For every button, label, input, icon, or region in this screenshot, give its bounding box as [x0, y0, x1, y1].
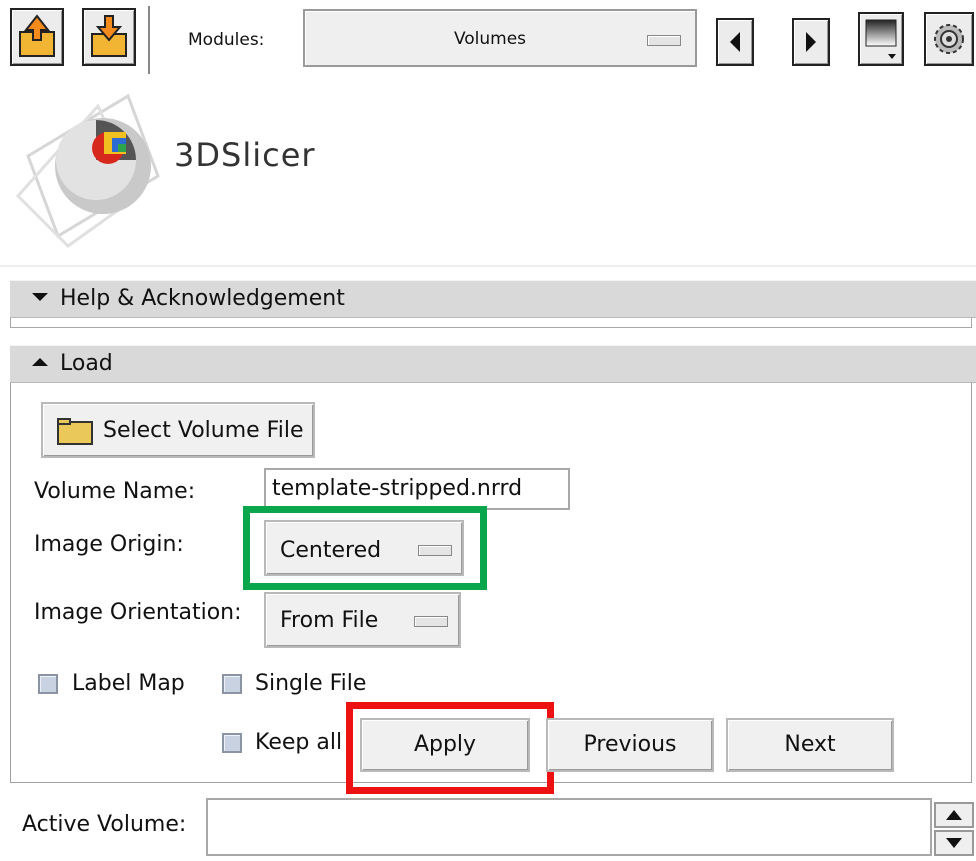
load-scene-button[interactable] [10, 8, 64, 66]
next-button[interactable]: Next [726, 718, 894, 772]
slicer-logo-text: 3DSlicer [174, 136, 316, 174]
help-section-divider [10, 318, 972, 328]
previous-button[interactable]: Previous [546, 718, 714, 772]
label-map-checkbox[interactable] [38, 674, 58, 694]
image-orientation-label: Image Orientation: [34, 600, 242, 625]
load-section-title: Load [60, 351, 113, 376]
label-map-label: Label Map [72, 671, 185, 696]
select-volume-file-button[interactable]: Select Volume File [41, 402, 315, 458]
panel-top-border [0, 265, 976, 281]
menu-indicator-icon [414, 616, 448, 627]
arrow-right-icon [806, 32, 816, 52]
single-file-checkbox[interactable] [222, 674, 242, 694]
layout-menu-button[interactable] [858, 12, 904, 66]
red-highlight-box [346, 702, 554, 794]
module-selector[interactable]: Volumes [303, 9, 697, 67]
active-volume-field[interactable] [206, 798, 932, 856]
menu-indicator-icon [647, 35, 681, 46]
arrow-up-icon [946, 810, 962, 820]
folder-up-arrow-icon [19, 14, 55, 57]
help-section-title: Help & Acknowledgement [60, 286, 345, 311]
expand-arrow-icon [32, 358, 48, 366]
modules-label: Modules: [188, 30, 265, 50]
module-forward-button[interactable] [792, 18, 830, 66]
gradient-window-icon [865, 19, 897, 59]
folder-down-arrow-icon [91, 15, 127, 57]
scroll-up-button[interactable] [934, 802, 974, 828]
help-section-header[interactable]: Help & Acknowledgement [10, 280, 976, 318]
volume-name-label: Volume Name: [34, 479, 196, 504]
volume-name-field[interactable]: template-stripped.nrrd [264, 468, 570, 510]
load-section-header[interactable]: Load [10, 345, 976, 383]
folder-icon [57, 418, 93, 445]
scroll-down-button[interactable] [934, 830, 974, 856]
arrow-left-icon [730, 32, 740, 52]
select-volume-file-label: Select Volume File [103, 418, 304, 443]
module-selected-value: Volumes [453, 29, 527, 49]
green-highlight-box [243, 506, 487, 590]
gear-icon [934, 24, 964, 54]
import-scene-button[interactable] [82, 8, 136, 66]
keep-all-checkbox[interactable] [222, 733, 242, 753]
image-origin-label: Image Origin: [34, 532, 184, 557]
slicer-logo-icon [15, 93, 160, 248]
module-back-button[interactable] [716, 18, 754, 66]
collapse-arrow-icon [32, 293, 48, 301]
image-orientation-value: From File [280, 608, 379, 633]
keep-all-label: Keep all [255, 730, 343, 755]
arrow-down-icon [946, 838, 962, 848]
settings-button[interactable] [924, 12, 974, 66]
single-file-label: Single File [255, 671, 367, 696]
toolbar-separator [148, 6, 151, 74]
image-orientation-menu[interactable]: From File [264, 592, 461, 648]
active-volume-label: Active Volume: [22, 812, 187, 837]
